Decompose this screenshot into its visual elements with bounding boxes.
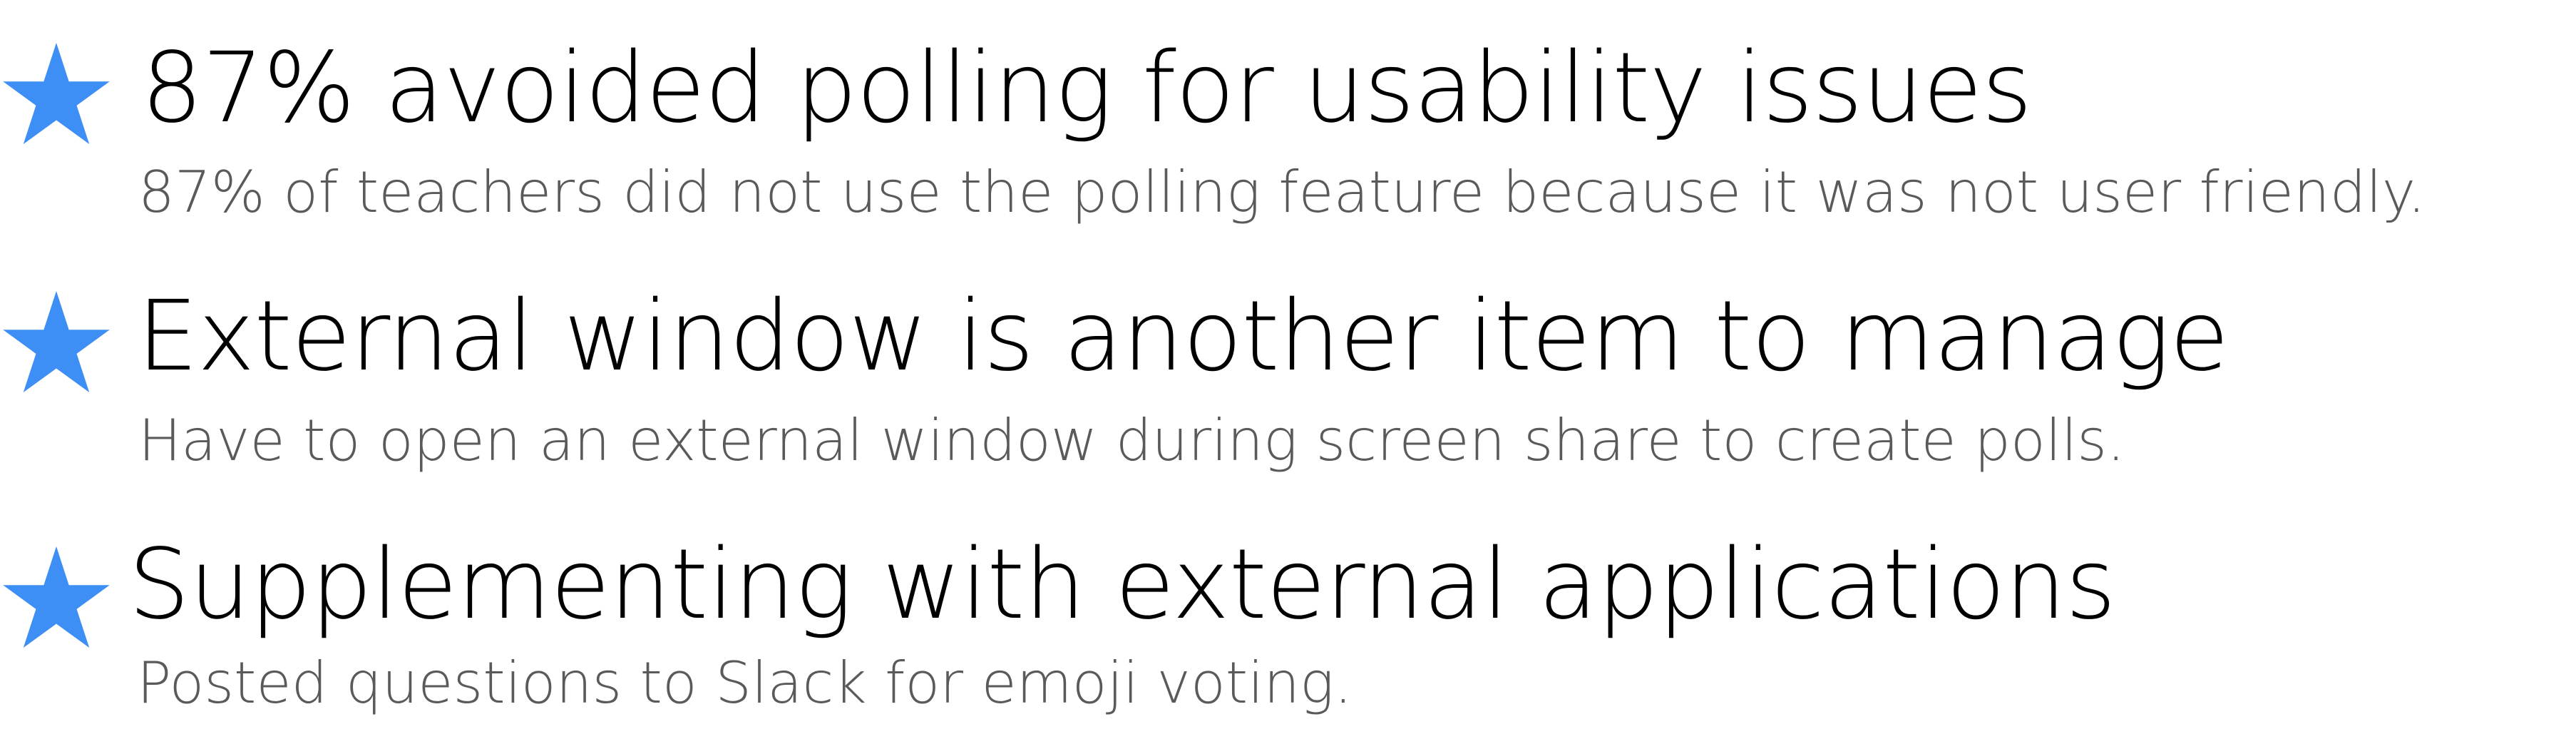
star-icon (3, 43, 110, 144)
finding-description: Posted questions to Slack for emoji voti… (137, 650, 1353, 716)
finding-description: 87% of teachers did not use the polling … (138, 159, 2426, 225)
finding-description: Have to open an external window during s… (138, 407, 2125, 474)
finding-title: External window is another item to manag… (137, 280, 2229, 393)
star-icon (3, 291, 110, 392)
star-icon (3, 546, 110, 648)
finding-title: Supplementing with external applications (128, 529, 2116, 641)
finding-title: 87% avoided polling for usability issues (141, 32, 2032, 145)
